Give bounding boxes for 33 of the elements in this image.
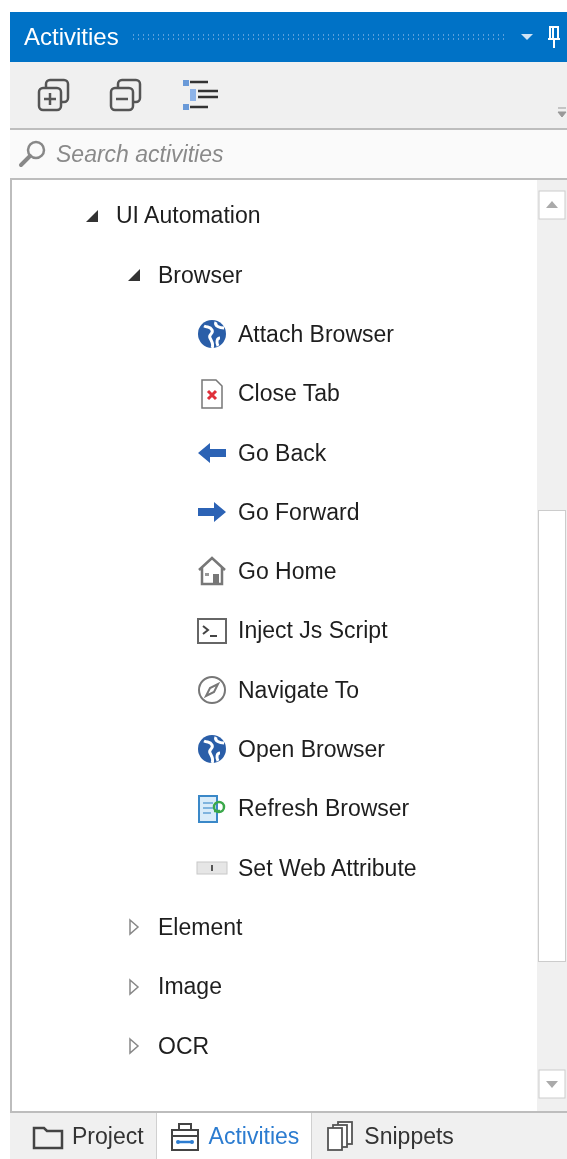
tree-group-label[interactable]: Image [158,969,222,1004]
collapse-all-icon[interactable] [108,77,144,113]
scrollbar[interactable] [537,180,567,1111]
activity-item[interactable]: Close Tab [238,376,340,411]
activity-item[interactable]: Refresh Browser [238,791,410,826]
scroll-thumb[interactable] [538,510,566,962]
refresh-page-icon [196,792,228,825]
dropdown-arrow-icon[interactable] [519,32,535,42]
activity-item[interactable]: Inject Js Script [238,613,388,648]
globe-icon [196,318,228,351]
panel-title: Activities [24,22,119,52]
expand-all-icon[interactable] [36,77,72,113]
toolbar-overflow-icon[interactable] [557,106,567,118]
tree-group-label[interactable]: Browser [158,257,243,293]
activity-item[interactable]: Go Forward [238,494,360,530]
panel-tab[interactable]: Activities [155,1113,313,1159]
tree-group-label[interactable]: UI Automation [116,198,261,233]
pin-icon[interactable] [547,25,561,49]
house-icon [196,555,228,588]
list-outline-icon[interactable] [180,77,220,113]
activity-item[interactable]: Open Browser [238,732,385,767]
tree-group-label[interactable]: Element [158,909,243,945]
activity-item[interactable]: Set Web Attribute [238,850,417,886]
search-icon [18,139,48,169]
activity-item[interactable]: Go Home [238,554,337,589]
toolbox-icon [168,1120,201,1152]
activity-item[interactable]: Navigate To [238,672,360,708]
activity-item[interactable]: Attach Browser [238,317,394,352]
tree-group-label[interactable]: OCR [158,1028,210,1064]
search-field[interactable]: Search activities [10,128,567,180]
activity-item[interactable]: Go Back [238,435,327,471]
globe-icon [196,733,228,766]
compass-icon [196,674,228,706]
